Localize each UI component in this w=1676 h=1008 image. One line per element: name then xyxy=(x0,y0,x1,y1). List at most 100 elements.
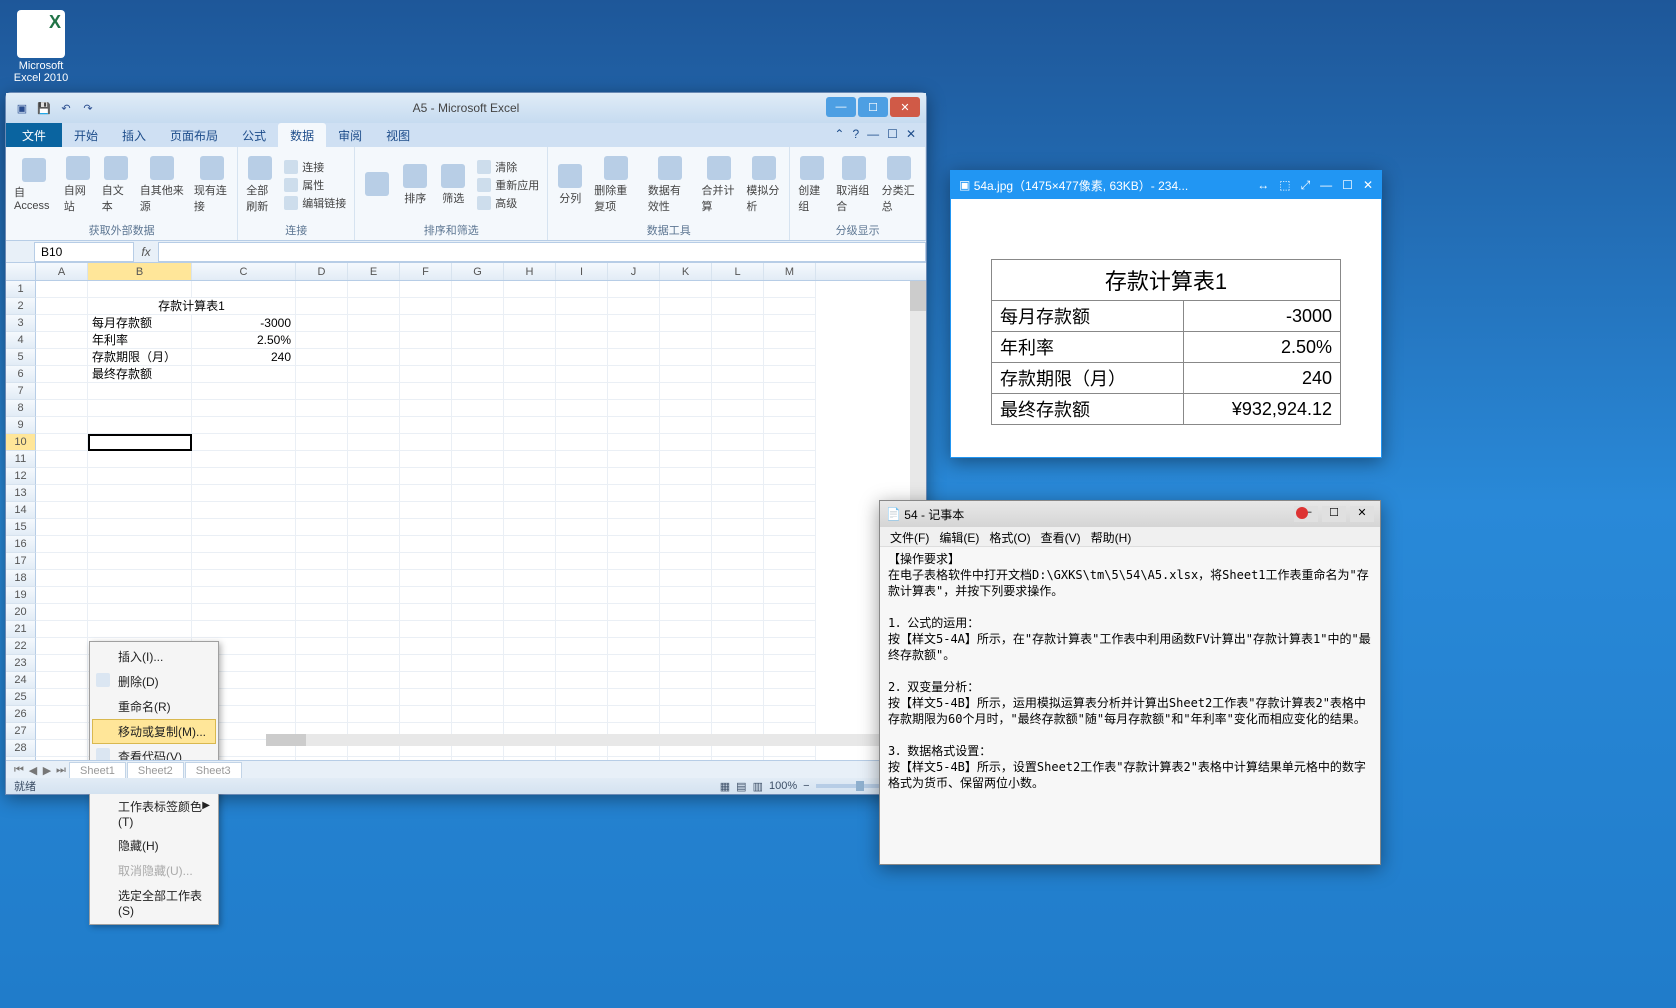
cell[interactable] xyxy=(608,400,660,417)
horizontal-scrollbar[interactable] xyxy=(266,734,910,746)
zoom-label[interactable]: 100% xyxy=(769,780,797,792)
cell[interactable] xyxy=(88,468,192,485)
cell[interactable] xyxy=(608,451,660,468)
cell[interactable] xyxy=(296,417,348,434)
cell[interactable] xyxy=(764,417,816,434)
cell[interactable] xyxy=(452,519,504,536)
cell[interactable] xyxy=(400,587,452,604)
cell[interactable] xyxy=(452,400,504,417)
row-header[interactable]: 11 xyxy=(6,451,36,468)
formula-bar[interactable] xyxy=(158,242,926,262)
cell[interactable] xyxy=(36,723,88,740)
cell[interactable] xyxy=(556,672,608,689)
cell[interactable] xyxy=(348,502,400,519)
cell[interactable] xyxy=(608,417,660,434)
tab-nav-prev[interactable]: ◀ xyxy=(26,764,40,777)
cell[interactable] xyxy=(36,434,88,451)
cell[interactable] xyxy=(608,672,660,689)
cell[interactable] xyxy=(452,638,504,655)
cell[interactable]: 每月存款额 xyxy=(88,315,192,332)
column-header[interactable]: B xyxy=(88,263,192,280)
cell[interactable] xyxy=(192,417,296,434)
cell[interactable] xyxy=(88,570,192,587)
cell[interactable] xyxy=(764,281,816,298)
cell[interactable] xyxy=(556,366,608,383)
tab-view[interactable]: 视图 xyxy=(374,123,422,147)
cell[interactable] xyxy=(296,400,348,417)
img-close-button[interactable]: ✕ xyxy=(1363,178,1373,193)
cell[interactable] xyxy=(192,383,296,400)
cell[interactable] xyxy=(712,417,764,434)
row-header[interactable]: 16 xyxy=(6,536,36,553)
cell[interactable] xyxy=(452,451,504,468)
pin-icon[interactable] xyxy=(1296,507,1308,519)
cell[interactable] xyxy=(556,400,608,417)
sheet-tab-1[interactable]: Sheet1 xyxy=(69,762,126,779)
tab-insert[interactable]: 插入 xyxy=(110,123,158,147)
from-other-button[interactable]: 自其他来源 xyxy=(136,154,188,216)
cell[interactable] xyxy=(452,587,504,604)
cell[interactable] xyxy=(764,383,816,400)
cell[interactable] xyxy=(712,672,764,689)
column-header[interactable]: A xyxy=(36,263,88,280)
cell[interactable] xyxy=(88,604,192,621)
tab-formula[interactable]: 公式 xyxy=(230,123,278,147)
cell[interactable] xyxy=(36,400,88,417)
column-header[interactable]: E xyxy=(348,263,400,280)
cell[interactable] xyxy=(764,332,816,349)
np-menu-file[interactable]: 文件(F) xyxy=(886,529,933,544)
cell[interactable] xyxy=(608,587,660,604)
cell[interactable] xyxy=(556,502,608,519)
cell[interactable] xyxy=(660,281,712,298)
np-maximize-button[interactable]: ☐ xyxy=(1322,506,1346,522)
cell[interactable] xyxy=(712,604,764,621)
menu-delete[interactable]: 删除(D) xyxy=(92,669,216,694)
np-menu-edit[interactable]: 编辑(E) xyxy=(935,529,983,544)
advanced-button[interactable]: 高级 xyxy=(473,194,543,212)
cell[interactable] xyxy=(296,638,348,655)
cell[interactable] xyxy=(504,383,556,400)
cell[interactable] xyxy=(712,638,764,655)
cell[interactable] xyxy=(400,366,452,383)
cell[interactable] xyxy=(88,519,192,536)
cell[interactable] xyxy=(660,468,712,485)
cell[interactable] xyxy=(348,281,400,298)
column-header[interactable]: J xyxy=(608,263,660,280)
row-header[interactable]: 21 xyxy=(6,621,36,638)
cell[interactable] xyxy=(608,638,660,655)
cell[interactable] xyxy=(764,298,816,315)
cell[interactable] xyxy=(192,587,296,604)
cell[interactable] xyxy=(88,553,192,570)
cell[interactable] xyxy=(556,638,608,655)
cell[interactable] xyxy=(660,332,712,349)
cell[interactable] xyxy=(296,570,348,587)
row-header[interactable]: 6 xyxy=(6,366,36,383)
cell[interactable] xyxy=(400,281,452,298)
cell[interactable] xyxy=(660,298,712,315)
cell[interactable] xyxy=(452,434,504,451)
cell[interactable] xyxy=(36,468,88,485)
cell[interactable] xyxy=(556,553,608,570)
cell[interactable] xyxy=(660,485,712,502)
cell[interactable] xyxy=(660,366,712,383)
workbook-restore-icon[interactable]: ☐ xyxy=(887,127,898,143)
row-header[interactable]: 10 xyxy=(6,434,36,451)
cell[interactable] xyxy=(452,332,504,349)
cell[interactable] xyxy=(764,519,816,536)
cell[interactable] xyxy=(712,536,764,553)
cell[interactable] xyxy=(296,366,348,383)
cell[interactable] xyxy=(608,298,660,315)
cell[interactable] xyxy=(660,502,712,519)
cell[interactable] xyxy=(192,502,296,519)
cell[interactable] xyxy=(348,468,400,485)
row-header[interactable]: 14 xyxy=(6,502,36,519)
cell[interactable] xyxy=(556,570,608,587)
cell[interactable] xyxy=(88,536,192,553)
cell[interactable] xyxy=(556,315,608,332)
cell[interactable] xyxy=(608,604,660,621)
cell[interactable] xyxy=(192,366,296,383)
cell[interactable] xyxy=(712,587,764,604)
cell[interactable] xyxy=(764,638,816,655)
cell[interactable] xyxy=(192,281,296,298)
cell[interactable] xyxy=(764,434,816,451)
